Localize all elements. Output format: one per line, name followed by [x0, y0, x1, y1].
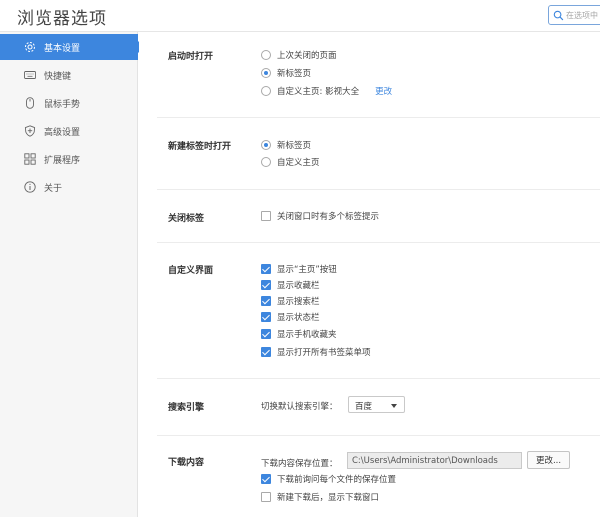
- divider: [157, 242, 600, 243]
- checkbox[interactable]: [261, 296, 271, 306]
- grid-icon: [24, 153, 36, 165]
- startup-option-last-session[interactable]: 上次关闭的页面: [261, 48, 337, 62]
- search-engine-value: 百度: [355, 402, 373, 412]
- sidebar: 基本设置 快捷键 鼠标手势 高级设置 扩展程序 关于: [0, 32, 144, 517]
- sidebar-item-label: 关于: [44, 184, 63, 194]
- radio-button[interactable]: [261, 157, 271, 167]
- section-title-new-tab: 新建标签时打开: [168, 142, 232, 152]
- download-path-value: C:\Users\Administrator\Downloads: [352, 456, 498, 466]
- sidebar-item-extensions[interactable]: 扩展程序: [0, 146, 138, 172]
- option-label: 显示搜索栏: [277, 297, 320, 307]
- option-label: 自定义主页: 影视大全: [277, 87, 360, 97]
- custom-ui-option-open-all-bookmarks[interactable]: 显示打开所有书签菜单项: [261, 345, 371, 359]
- settings-panel: 启动时打开 上次关闭的页面 新标签页 自定义主页: 影视大全 更改 新建标签时打…: [139, 32, 600, 517]
- gear-icon: [25, 42, 35, 52]
- mouse-icon: [26, 97, 34, 109]
- divider: [157, 117, 600, 118]
- section-title-search-engine: 搜索引擎: [168, 403, 205, 413]
- keyboard-icon: [24, 71, 36, 79]
- sidebar-item-mouse-gestures[interactable]: 鼠标手势: [0, 90, 138, 116]
- custom-ui-option-status-bar[interactable]: 显示状态栏: [261, 310, 320, 324]
- radio-button[interactable]: [261, 68, 271, 78]
- sidebar-item-about[interactable]: 关于: [0, 174, 138, 200]
- custom-ui-option-mobile-favorites[interactable]: 显示手机收藏夹: [261, 327, 337, 341]
- checkbox[interactable]: [261, 211, 271, 221]
- search-engine-label: 切换默认搜索引擎：: [261, 402, 338, 412]
- checkbox[interactable]: [261, 347, 271, 357]
- option-label: 新标签页: [277, 141, 312, 151]
- sidebar-item-label: 快捷键: [44, 72, 72, 82]
- option-label: 显示“主页”按钮: [277, 265, 337, 275]
- radio-button[interactable]: [261, 86, 271, 96]
- info-icon: [24, 181, 36, 193]
- divider: [157, 189, 600, 190]
- download-path-label: 下载内容保存位置：: [261, 459, 338, 469]
- page-title: 浏览器选项: [17, 9, 107, 29]
- sidebar-item-advanced-settings[interactable]: 高级设置: [0, 118, 138, 144]
- custom-ui-option-search-bar[interactable]: 显示搜索栏: [261, 294, 320, 308]
- option-label: 关闭窗口时有多个标签提示: [277, 212, 380, 222]
- option-label: 显示状态栏: [277, 313, 320, 323]
- search-input[interactable]: [566, 8, 600, 22]
- radio-button[interactable]: [261, 140, 271, 150]
- option-label: 显示收藏栏: [277, 281, 320, 291]
- checkbox[interactable]: [261, 280, 271, 290]
- option-label: 下载前询问每个文件的保存位置: [277, 475, 397, 485]
- change-homepage-link[interactable]: 更改: [375, 85, 392, 97]
- header-bar: 浏览器选项: [0, 0, 600, 32]
- sidebar-item-label: 扩展程序: [44, 156, 81, 166]
- option-label: 上次关闭的页面: [277, 51, 337, 61]
- section-title-close-tab: 关闭标签: [168, 214, 205, 224]
- startup-option-new-tab[interactable]: 新标签页: [261, 66, 311, 80]
- checkbox[interactable]: [261, 312, 271, 322]
- shield-icon: [24, 125, 36, 137]
- sidebar-item-basic-settings[interactable]: 基本设置: [0, 34, 144, 60]
- new-tab-option-new-tab[interactable]: 新标签页: [261, 138, 311, 152]
- checkbox[interactable]: [261, 264, 271, 274]
- divider: [157, 435, 600, 436]
- caret-down-icon: [391, 404, 397, 408]
- sidebar-item-label: 鼠标手势: [44, 100, 81, 110]
- option-label: 自定义主页: [277, 158, 320, 168]
- custom-ui-option-favorites-bar[interactable]: 显示收藏栏: [261, 278, 320, 292]
- download-path-field: C:\Users\Administrator\Downloads: [347, 452, 522, 469]
- section-title-startup: 启动时打开: [168, 52, 214, 62]
- checkbox[interactable]: [261, 492, 271, 502]
- checkbox[interactable]: [261, 329, 271, 339]
- sidebar-item-label: 高级设置: [44, 128, 81, 138]
- option-label: 新标签页: [277, 69, 312, 79]
- search-box[interactable]: [548, 5, 600, 25]
- custom-ui-option-home-button[interactable]: 显示“主页”按钮: [261, 262, 337, 276]
- startup-option-custom-homepage[interactable]: 自定义主页: 影视大全 更改: [261, 84, 392, 98]
- section-title-custom-ui: 自定义界面: [168, 266, 214, 276]
- search-icon: [553, 10, 564, 21]
- section-title-download: 下载内容: [168, 458, 205, 468]
- option-label: 新建下载后，显示下载窗口: [277, 493, 380, 503]
- close-tab-warning-option[interactable]: 关闭窗口时有多个标签提示: [261, 209, 379, 223]
- search-engine-select[interactable]: 百度: [348, 396, 405, 413]
- option-label: 显示打开所有书签菜单项: [277, 348, 371, 358]
- download-ask-location-option[interactable]: 下载前询问每个文件的保存位置: [261, 472, 396, 486]
- new-tab-option-custom-homepage[interactable]: 自定义主页: [261, 155, 320, 169]
- checkbox[interactable]: [261, 474, 271, 484]
- option-label: 显示手机收藏夹: [277, 330, 337, 340]
- radio-button[interactable]: [261, 50, 271, 60]
- change-download-path-button[interactable]: 更改...: [527, 451, 570, 469]
- download-show-window-option[interactable]: 新建下载后，显示下载窗口: [261, 490, 379, 504]
- sidebar-item-shortcuts[interactable]: 快捷键: [0, 62, 138, 88]
- divider: [157, 378, 600, 379]
- sidebar-item-label: 基本设置: [44, 44, 81, 54]
